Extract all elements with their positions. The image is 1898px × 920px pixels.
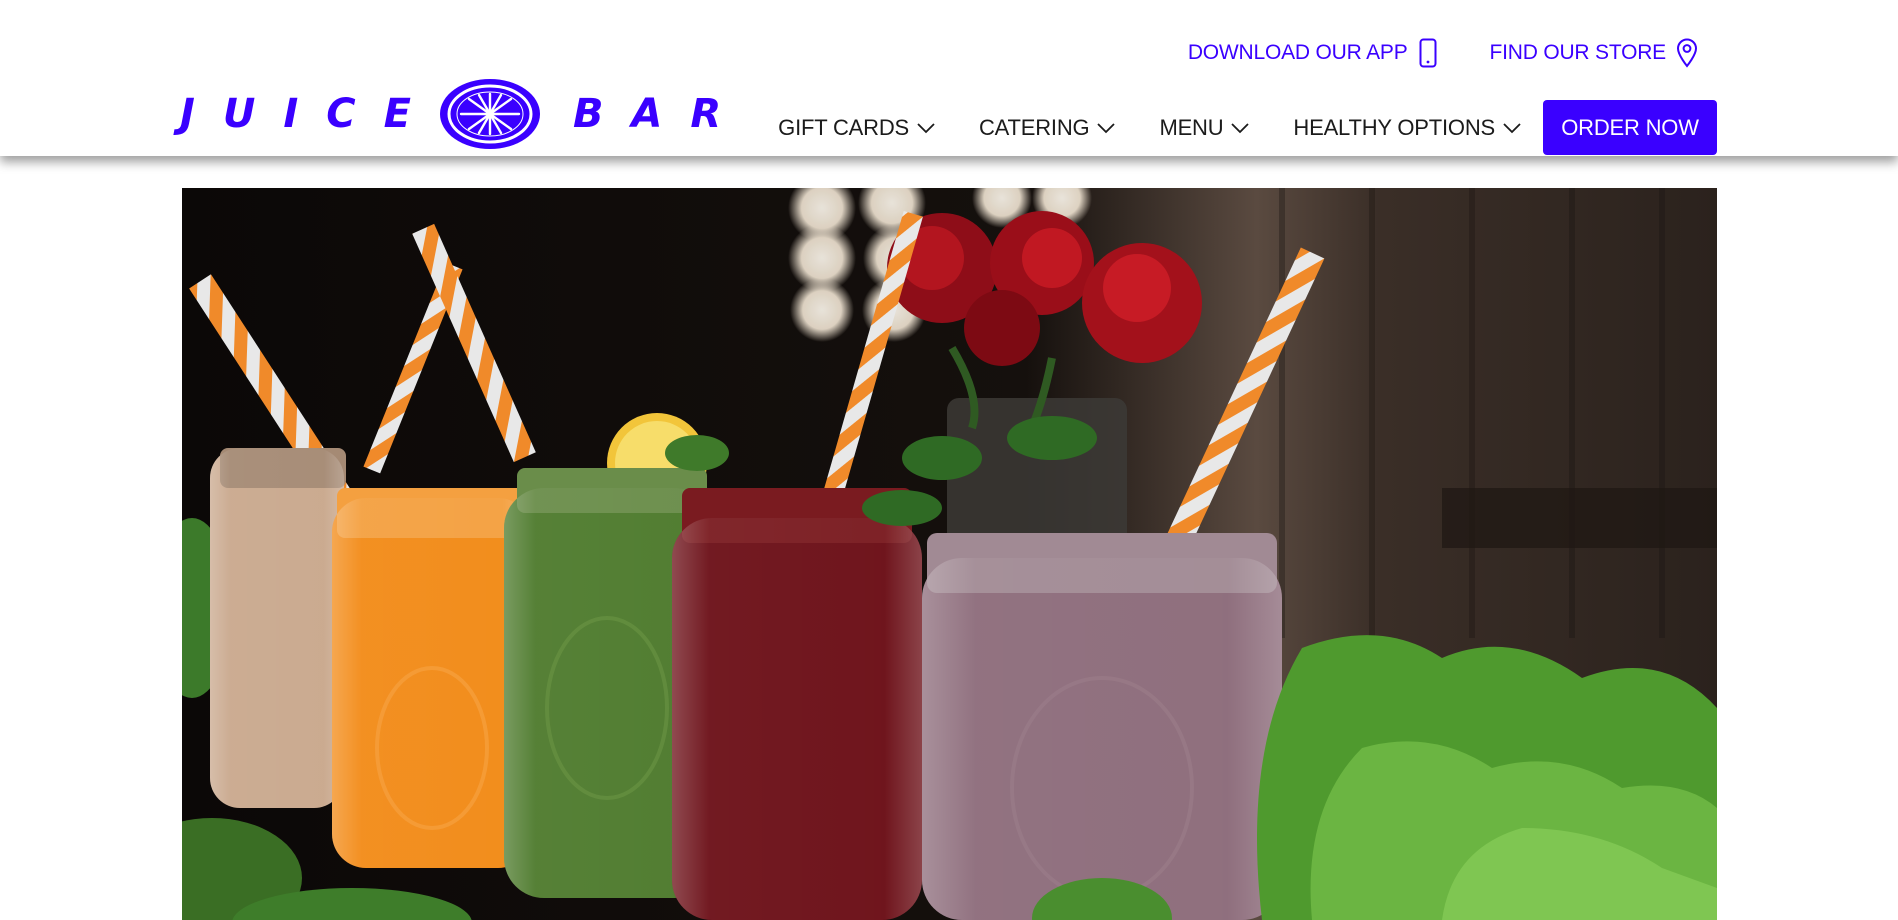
nav-catering[interactable]: CATERING [978,114,1116,141]
nav-catering-label: CATERING [978,114,1090,140]
nav-gift-cards-label: GIFT CARDS [778,114,909,140]
hero-image [182,188,1717,920]
site-header: DOWNLOAD OUR APP FIND OUR STORE JUICE BA… [0,0,1898,156]
smoothie-jars-illustration [182,188,1717,920]
citrus-slice-icon [439,79,540,149]
chevron-down-icon [1503,123,1521,134]
logo-word-juice: JUICE [180,91,439,137]
utility-links: DOWNLOAD OUR APP FIND OUR STORE [1188,38,1698,68]
page: DOWNLOAD OUR APP FIND OUR STORE JUICE BA… [0,0,1898,920]
main-nav: GIFT CARDS CATERING MENU HEALTHY OPTIONS… [778,100,1717,155]
nav-gift-cards[interactable]: GIFT CARDS [778,115,935,141]
find-store-link[interactable]: FIND OUR STORE [1490,38,1699,68]
nav-healthy-options[interactable]: HEALTHY OPTIONS [1293,115,1521,141]
chevron-down-icon [917,123,935,134]
juice-bar-logo[interactable]: JUICE BAR [180,78,749,150]
find-store-label: FIND OUR STORE [1489,41,1667,64]
nav-healthy-options-label: HEALTHY OPTIONS [1293,114,1495,140]
smartphone-icon [1419,38,1436,68]
chevron-down-icon [1231,123,1250,134]
nav-menu[interactable]: MENU [1159,114,1250,141]
order-now-button[interactable]: ORDER NOW [1543,100,1717,155]
download-app-link[interactable]: DOWNLOAD OUR APP [1188,38,1438,68]
chevron-down-icon [1097,123,1116,134]
download-app-label: DOWNLOAD OUR APP [1187,41,1408,64]
logo-word-bar: BAR [572,91,750,137]
map-pin-icon [1676,38,1698,68]
nav-menu-label: MENU [1159,114,1224,140]
